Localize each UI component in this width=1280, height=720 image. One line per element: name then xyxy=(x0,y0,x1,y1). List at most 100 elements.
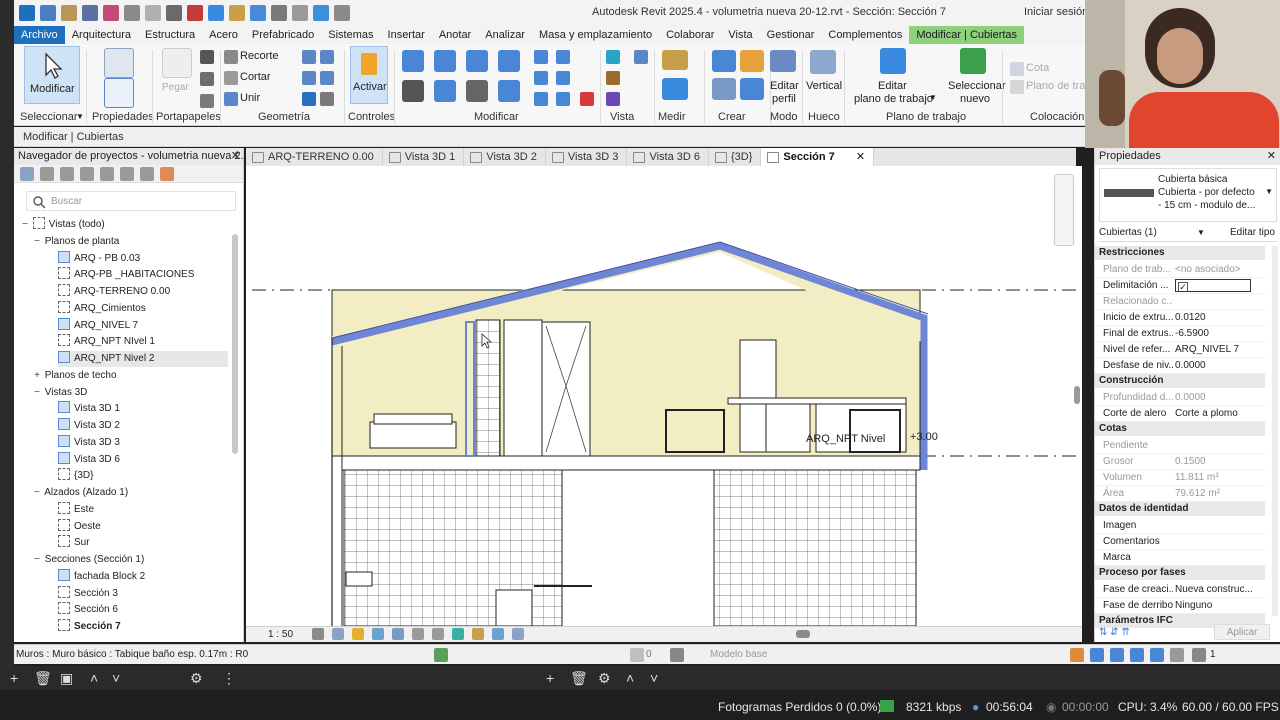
home-icon[interactable] xyxy=(40,5,56,21)
background-process-icon[interactable] xyxy=(1170,648,1184,662)
property-value[interactable]: ARQ_NIVEL 7 xyxy=(1175,342,1261,358)
create-parts-icon[interactable] xyxy=(740,50,764,72)
editar-perfil-l1[interactable]: Editar xyxy=(770,80,799,92)
tab-estructura[interactable]: Estructura xyxy=(138,26,202,44)
3d-view-icon[interactable] xyxy=(292,5,308,21)
chevron-up-icon[interactable]: ˄ xyxy=(90,670,98,686)
property-row[interactable]: Final de extrus... -6.5900 xyxy=(1095,326,1265,342)
close-icon[interactable]: ✕ xyxy=(1267,148,1276,165)
undo-icon[interactable] xyxy=(124,5,140,21)
browser-scrollbar[interactable] xyxy=(232,234,238,454)
settings-icon[interactable]: ⚙ xyxy=(190,670,203,687)
property-group[interactable]: Proceso por fases xyxy=(1095,566,1265,580)
tab-vista[interactable]: Vista xyxy=(721,26,759,44)
tree-item[interactable]: ARQ_NPT Nivel 2 xyxy=(58,351,228,367)
tab-sistemas[interactable]: Sistemas xyxy=(321,26,380,44)
unpin-icon[interactable] xyxy=(556,92,570,106)
property-row[interactable]: Corte de alero Corte a plomo xyxy=(1095,406,1265,422)
trim-icon[interactable] xyxy=(498,80,520,102)
design-option-icon[interactable] xyxy=(670,648,684,662)
property-row[interactable]: Grosor 0.1500 xyxy=(1095,454,1265,470)
workplane-place-icon[interactable] xyxy=(1010,80,1024,94)
browser-tool-icon[interactable] xyxy=(80,167,94,181)
create-assembly-icon[interactable] xyxy=(712,50,736,72)
tab-gestionar[interactable]: Gestionar xyxy=(760,26,822,44)
filter-icon[interactable] xyxy=(1192,648,1206,662)
tree-item[interactable]: − Planos de planta xyxy=(32,234,228,250)
property-row[interactable]: Volumen 11.811 m³ xyxy=(1095,470,1265,486)
pin-icon[interactable] xyxy=(534,92,548,106)
browser-search-input[interactable]: Buscar xyxy=(26,191,236,211)
checkbox[interactable]: ✓ xyxy=(1175,279,1251,292)
hide-element-icon[interactable] xyxy=(606,92,620,106)
scale-icon[interactable] xyxy=(556,71,570,85)
properties-scrollbar[interactable] xyxy=(1272,246,1278,616)
panel-seleccionar[interactable]: Seleccionar xyxy=(20,111,77,123)
print-icon[interactable] xyxy=(166,5,182,21)
tree-item[interactable]: − Vistas (todo) xyxy=(20,217,228,233)
chevron-down-icon[interactable]: ˅ xyxy=(650,670,658,686)
property-row[interactable]: Fase de creaci... Nueva construc... xyxy=(1095,582,1265,598)
crop-view-icon[interactable] xyxy=(392,628,404,640)
editar-plano-l2[interactable]: plano de trabajo xyxy=(854,93,933,105)
select-pinned-icon[interactable] xyxy=(1110,648,1124,662)
property-row[interactable]: Nivel de refer... ARQ_NIVEL 7 xyxy=(1095,342,1265,358)
seleccionar-nuevo-l1[interactable]: Seleccionar xyxy=(948,80,1005,92)
sort-icon[interactable]: ⇅ ⇵ ⇈ xyxy=(1099,627,1130,638)
rotate-icon[interactable] xyxy=(466,80,488,102)
redo-icon[interactable] xyxy=(145,5,161,21)
properties-icon[interactable] xyxy=(104,78,134,108)
visual-style-icon[interactable] xyxy=(332,628,344,640)
recorte-button[interactable]: Recorte xyxy=(240,50,279,62)
property-value[interactable]: -6.5900 xyxy=(1175,326,1261,342)
tree-item[interactable]: ARQ - PB 0.03 xyxy=(58,251,228,267)
tab-prefabricado[interactable]: Prefabricado xyxy=(245,26,321,44)
geometry-tool-6-icon[interactable] xyxy=(320,92,334,106)
property-row[interactable]: Profundidad d... 0.0000 xyxy=(1095,390,1265,406)
modificar-button[interactable]: Modificar xyxy=(24,46,80,104)
property-row[interactable]: Área 79.612 m² xyxy=(1095,486,1265,502)
tree-item[interactable]: {3D} xyxy=(58,468,228,484)
tree-item[interactable]: ARQ-TERRENO 0.00 xyxy=(58,284,228,300)
property-row[interactable]: Fase de derribo Ninguno xyxy=(1095,598,1265,614)
edit-type-button[interactable]: Editar tipo xyxy=(1230,224,1275,242)
array-icon[interactable] xyxy=(534,71,548,85)
tab-colaborar[interactable]: Colaborar xyxy=(659,26,721,44)
cut-icon[interactable] xyxy=(200,50,214,64)
tab-analizar[interactable]: Analizar xyxy=(478,26,532,44)
tree-item[interactable]: ARQ_NIVEL 7 xyxy=(58,318,228,334)
view-tab[interactable]: Vista 3D 2 xyxy=(464,148,546,166)
view-tab-active[interactable]: Sección 7 ✕ xyxy=(761,148,875,166)
tree-item[interactable]: Vista 3D 1 xyxy=(58,401,228,417)
tab-archivo[interactable]: Archivo xyxy=(14,26,65,44)
tree-item[interactable]: − Secciones (Sección 1) xyxy=(32,552,228,568)
text-icon[interactable] xyxy=(271,5,287,21)
chevron-down-icon[interactable]: ▼ xyxy=(1197,224,1205,242)
view-tool-icon[interactable] xyxy=(634,50,648,64)
type-properties-icon[interactable] xyxy=(104,48,134,78)
browser-tool-icon[interactable] xyxy=(40,167,54,181)
close-inactive-icon[interactable] xyxy=(187,5,203,21)
property-value[interactable]: 0.0120 xyxy=(1175,310,1261,326)
tree-item[interactable]: Vista 3D 2 xyxy=(58,418,228,434)
switch-windows-icon[interactable] xyxy=(334,5,350,21)
property-row[interactable]: Imagen xyxy=(1095,518,1265,534)
cut-geometry-icon[interactable] xyxy=(224,71,238,85)
revit-logo-icon[interactable] xyxy=(19,5,35,21)
delete-icon[interactable] xyxy=(580,92,594,106)
geometry-tool-1-icon[interactable] xyxy=(302,50,316,64)
unlock-view-icon[interactable] xyxy=(432,628,444,640)
vertical-opening-icon[interactable] xyxy=(810,50,836,74)
seleccionar-dropdown-icon[interactable]: ▼ xyxy=(76,112,84,121)
seleccionar-nuevo-l2[interactable]: nuevo xyxy=(960,93,990,105)
edit-workplane-icon[interactable] xyxy=(880,48,906,74)
drag-elements-icon[interactable] xyxy=(1150,648,1164,662)
shadows-icon[interactable] xyxy=(372,628,384,640)
editable-icon[interactable] xyxy=(630,648,644,662)
apply-button[interactable]: Aplicar xyxy=(1214,624,1270,640)
property-value[interactable]: Nueva construc... xyxy=(1175,582,1261,598)
workplane-dropdown-icon[interactable]: ▼ xyxy=(929,93,937,102)
property-row[interactable]: Plano de trab... <no asociado> xyxy=(1095,262,1265,278)
collapse-icon[interactable]: − xyxy=(32,552,42,568)
property-row[interactable]: Pendiente xyxy=(1095,438,1265,454)
